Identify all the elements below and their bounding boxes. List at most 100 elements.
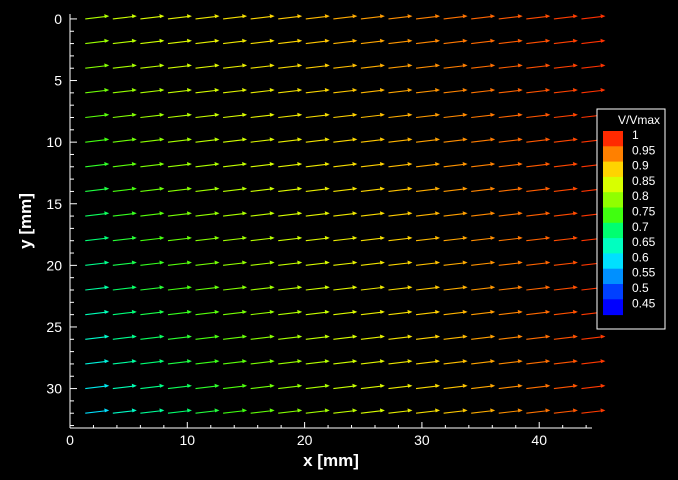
vector-arrowhead: [435, 260, 441, 265]
vector-arrow: [526, 89, 549, 94]
vector-arrow: [526, 336, 549, 340]
vector-arrow: [305, 286, 328, 291]
vector-arrow: [360, 410, 383, 414]
vector-arrow: [195, 40, 218, 45]
vector-arrow: [498, 40, 521, 45]
vector-arrowhead: [242, 186, 248, 191]
vector-arrowhead: [186, 63, 192, 68]
vector-arrowhead: [545, 14, 551, 19]
vector-arrowhead: [435, 235, 441, 240]
vector-arrowhead: [269, 260, 275, 265]
vector-arrow: [85, 336, 108, 340]
vector-arrowhead: [297, 63, 303, 68]
vector-arrow: [140, 138, 163, 143]
vector-arrowhead: [407, 260, 413, 265]
vector-arrow: [388, 188, 411, 192]
vector-arrow: [223, 188, 246, 192]
vector-arrow: [223, 138, 246, 143]
legend-swatch: [603, 268, 623, 285]
vector-arrowhead: [242, 38, 248, 43]
vector-arrow: [278, 89, 301, 94]
vector-arrowhead: [407, 137, 413, 142]
vector-arrow: [140, 360, 163, 365]
vector-arrowhead: [490, 88, 496, 93]
x-tick-label: 20: [297, 432, 313, 448]
vector-arrowhead: [352, 334, 358, 339]
vector-arrowhead: [490, 137, 496, 142]
vector-arrow: [223, 286, 246, 291]
vector-arrow: [498, 163, 521, 168]
vector-arrowhead: [545, 211, 551, 216]
vector-arrow: [333, 336, 356, 340]
vector-arrow: [526, 385, 549, 390]
vector-arrowhead: [297, 14, 303, 19]
vector-arrowhead: [352, 260, 358, 265]
vector-arrowhead: [545, 383, 551, 388]
vector-arrow: [498, 360, 521, 365]
vector-arrowhead: [379, 63, 385, 68]
vector-arrowhead: [490, 408, 496, 413]
vector-arrowhead: [186, 260, 192, 265]
vector-arrow: [553, 114, 576, 119]
vector-arrowhead: [214, 38, 220, 43]
vector-arrowhead: [600, 14, 606, 19]
vector-arrow: [553, 286, 576, 291]
vector-arrow: [167, 138, 191, 143]
vector-arrow: [553, 212, 576, 217]
vector-arrow: [305, 40, 328, 45]
vector-arrowhead: [104, 334, 110, 339]
vector-arrowhead: [324, 186, 330, 191]
vector-arrow: [140, 385, 163, 390]
vector-arrow: [278, 286, 301, 291]
vector-arrow: [388, 89, 411, 94]
vector-arrowhead: [462, 186, 468, 191]
vector-arrowhead: [269, 309, 275, 314]
vector-arrow: [140, 163, 163, 168]
vector-arrowhead: [352, 63, 358, 68]
vector-arrowhead: [159, 235, 165, 240]
vector-arrowhead: [297, 309, 303, 314]
vector-arrowhead: [186, 14, 192, 19]
vector-arrowhead: [131, 161, 137, 166]
vector-arrowhead: [104, 88, 110, 93]
vector-arrow: [112, 15, 135, 20]
vector-arrow: [140, 15, 163, 20]
vector-arrowhead: [462, 88, 468, 93]
vector-arrow: [415, 262, 439, 266]
vector-arrow: [112, 360, 135, 365]
vector-arrow: [333, 237, 356, 242]
vector-arrow: [443, 360, 466, 365]
vector-arrowhead: [379, 235, 385, 240]
vector-arrow: [112, 311, 135, 316]
vector-arrow: [333, 286, 356, 291]
vector-arrow: [140, 188, 163, 192]
vector-arrow: [250, 163, 273, 168]
vector-arrowhead: [186, 408, 192, 413]
vector-arrow: [360, 286, 383, 291]
vector-arrowhead: [435, 38, 441, 43]
vector-arrow: [388, 114, 411, 119]
vector-arrow: [498, 212, 521, 217]
vector-arrow: [333, 212, 356, 217]
vector-arrowhead: [572, 359, 578, 364]
vector-arrowhead: [379, 14, 385, 19]
vector-arrow: [250, 336, 273, 340]
axes: 0 10 20 30 40 0 5 10 15 20 25 30 x [mm] y [mm]: [16, 11, 592, 470]
vector-arrowhead: [462, 408, 468, 413]
vector-arrow: [140, 114, 163, 119]
vector-arrowhead: [104, 137, 110, 142]
vector-arrow: [388, 237, 411, 242]
vector-arrowhead: [186, 186, 192, 191]
vector-arrowhead: [242, 235, 248, 240]
vector-arrowhead: [545, 137, 551, 142]
vector-arrowhead: [462, 285, 468, 290]
vector-arrow: [305, 237, 328, 242]
vector-arrowhead: [545, 112, 551, 117]
vector-arrow: [167, 163, 191, 168]
vector-arrowhead: [379, 88, 385, 93]
legend-swatch: [603, 131, 623, 147]
vector-arrow: [278, 188, 301, 192]
vector-arrow: [250, 40, 273, 45]
vector-arrow: [85, 188, 108, 192]
vector-arrowhead: [131, 383, 137, 388]
